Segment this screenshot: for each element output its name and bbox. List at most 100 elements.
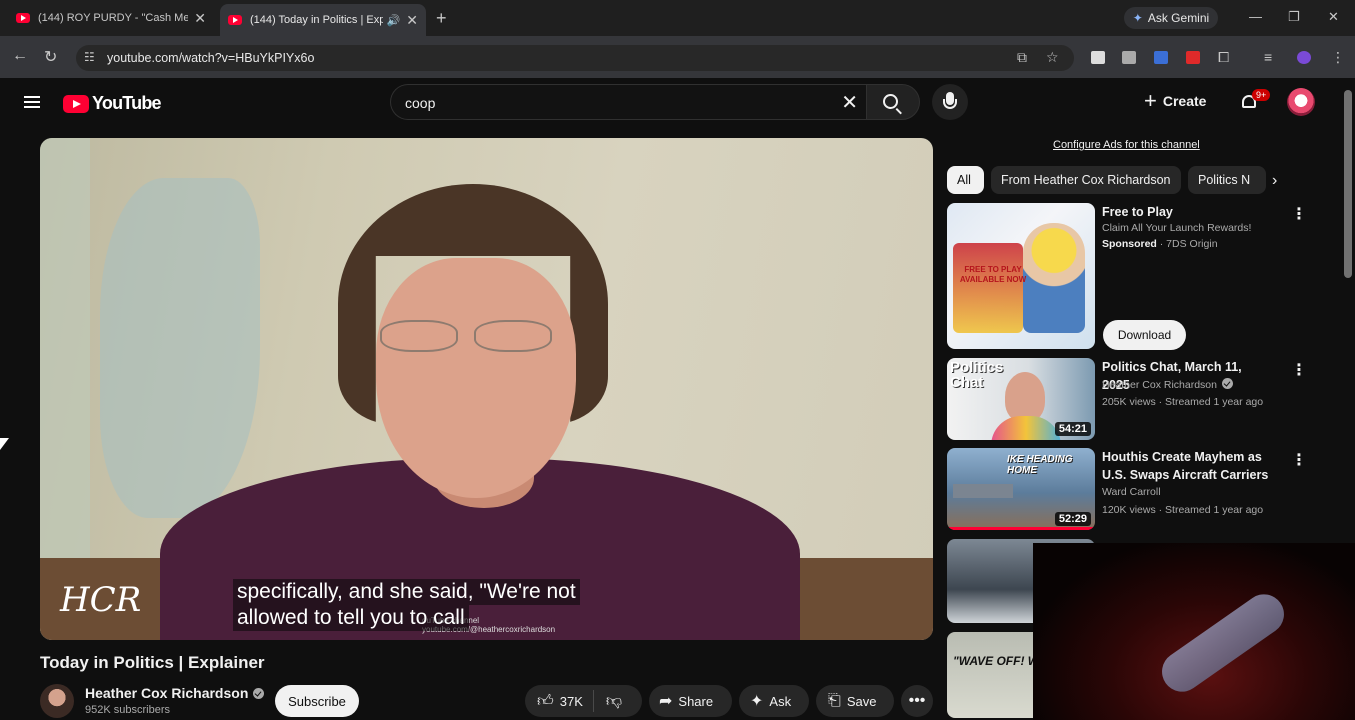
plus-icon: + bbox=[1144, 88, 1157, 113]
share-arrow-icon: ➦ bbox=[659, 693, 673, 710]
chevron-right-icon[interactable]: › bbox=[1272, 172, 1277, 190]
like-dislike-group: 👍︎ 37K 👎︎ bbox=[525, 685, 642, 717]
video-thumbnail[interactable]: IKE HEADING HOME 52:29 bbox=[947, 448, 1095, 530]
extension-icon[interactable] bbox=[1091, 51, 1105, 64]
channel-name-link[interactable]: Heather Cox Richardson bbox=[85, 685, 265, 701]
thumb-shirt bbox=[991, 416, 1061, 440]
ad-subtitle: Claim All Your Launch Rewards! bbox=[1102, 222, 1252, 234]
extension-icon[interactable] bbox=[1186, 51, 1200, 64]
youtube-play-icon bbox=[63, 94, 89, 113]
notifications-button[interactable]: 9+ bbox=[1240, 89, 1271, 111]
mouse-cursor-icon bbox=[0, 438, 9, 450]
search-query: coop bbox=[405, 95, 436, 111]
share-button[interactable]: ➦ Share bbox=[649, 685, 732, 717]
dislike-button[interactable]: 👎︎ bbox=[594, 692, 634, 711]
browser-tab-bar: (144) ROY PURDY - "Cash Me O ✕ (144) Tod… bbox=[0, 0, 1355, 36]
ad-art bbox=[953, 243, 1023, 333]
speaker-icon[interactable]: 🔊 bbox=[387, 14, 401, 27]
thumb-person bbox=[1005, 372, 1045, 422]
youtube-favicon-icon bbox=[228, 15, 242, 25]
video-thumbnail[interactable]: Politics Chat 54:21 bbox=[947, 358, 1095, 440]
notification-badge: 9+ bbox=[1252, 89, 1271, 101]
bookmark-star-icon[interactable]: ☆ bbox=[1046, 49, 1059, 66]
channel-name: Heather Cox Richardson bbox=[85, 685, 249, 701]
ask-gemini-label: Ask Gemini bbox=[1147, 11, 1210, 25]
hcr-logo: HCR bbox=[60, 580, 142, 620]
youtube-wordmark: YouTube bbox=[92, 93, 162, 113]
caption-line-1: specifically, and she said, "We're not bbox=[233, 579, 580, 605]
chip-all[interactable]: All bbox=[947, 166, 984, 194]
ad-thumbnail[interactable]: FREE TO PLAY AVAILABLE NOW bbox=[947, 203, 1095, 349]
minimize-icon[interactable]: — bbox=[1249, 9, 1262, 24]
search-input[interactable]: coop ✕ bbox=[390, 84, 866, 120]
ad-more-icon[interactable]: ⋮ bbox=[1291, 204, 1307, 224]
create-button[interactable]: + Create bbox=[1144, 88, 1207, 113]
reload-icon[interactable]: ↻ bbox=[44, 47, 57, 67]
ad-sponsor-line: Sponsored · 7DS Origin bbox=[1102, 238, 1218, 250]
account-avatar[interactable] bbox=[1287, 88, 1315, 116]
url-text: youtube.com/watch?v=HBuYkPIYx6o bbox=[107, 51, 315, 65]
create-label: Create bbox=[1162, 93, 1207, 109]
close-tab-icon[interactable]: ✕ bbox=[406, 12, 418, 29]
webcam-subject bbox=[1154, 586, 1292, 700]
chip-from-channel[interactable]: From Heather Cox Richardson bbox=[991, 166, 1181, 194]
channel-label: Heather Cox Richardson bbox=[1102, 379, 1217, 391]
browser-menu-icon[interactable]: ⋮ bbox=[1331, 49, 1345, 66]
page-scrollbar[interactable] bbox=[1344, 90, 1352, 278]
site-info-icon[interactable]: ☷ bbox=[84, 50, 95, 64]
address-bar[interactable]: ☷ youtube.com/watch?v=HBuYkPIYx6o bbox=[76, 45, 1074, 71]
microphone-stand bbox=[943, 99, 957, 109]
youtube-logo[interactable]: YouTube bbox=[63, 93, 162, 114]
search-icon bbox=[883, 94, 898, 109]
subscribe-button[interactable]: Subscribe bbox=[275, 685, 359, 717]
ask-button[interactable]: ✦ Ask bbox=[739, 685, 809, 717]
browser-tab-today-in-politics[interactable]: (144) Today in Politics | Expl 🔊 ✕ bbox=[220, 4, 426, 36]
extension-icon[interactable] bbox=[1154, 51, 1168, 64]
duration-badge: 52:29 bbox=[1054, 512, 1091, 526]
close-tab-icon[interactable]: ✕ bbox=[194, 10, 206, 27]
browser-tab-roy-purdy[interactable]: (144) ROY PURDY - "Cash Me O ✕ bbox=[8, 4, 214, 32]
like-button[interactable]: 👍︎ 37K bbox=[525, 690, 594, 712]
thumbs-up-icon: 👍︎ bbox=[537, 692, 554, 710]
map-water bbox=[100, 178, 260, 518]
speaker-glasses bbox=[370, 320, 560, 356]
back-icon[interactable]: ← bbox=[12, 47, 28, 65]
ask-gemini-button[interactable]: ✦ Ask Gemini bbox=[1124, 7, 1218, 29]
verified-icon bbox=[253, 688, 265, 699]
thumb-text: IKE HEADING HOME bbox=[1007, 454, 1073, 476]
ad-title[interactable]: Free to Play bbox=[1102, 203, 1272, 221]
search-button[interactable] bbox=[866, 84, 920, 120]
video-item-more-icon[interactable]: ⋮ bbox=[1291, 360, 1307, 380]
save-button[interactable]: ⎗ Save bbox=[816, 685, 894, 717]
video-player[interactable]: HCR ouTube channel youtube.com/@heatherc… bbox=[40, 138, 933, 640]
sparkle-icon: ✦ bbox=[750, 693, 764, 710]
voice-search-button[interactable] bbox=[932, 84, 968, 120]
close-window-icon[interactable]: ✕ bbox=[1328, 9, 1339, 25]
thumb-carrier bbox=[953, 484, 1013, 498]
video-item-more-icon[interactable]: ⋮ bbox=[1291, 450, 1307, 470]
speaker-face bbox=[376, 258, 576, 498]
configure-ads-link[interactable]: Configure Ads for this channel bbox=[1053, 139, 1200, 151]
more-actions-button[interactable]: ••• bbox=[901, 685, 933, 717]
channel-avatar[interactable] bbox=[40, 684, 74, 718]
gemini-sparkle-icon: ✦ bbox=[1132, 11, 1143, 25]
sponsored-label: Sponsored bbox=[1102, 238, 1157, 250]
bookmark-icon: ⎗ bbox=[828, 692, 841, 709]
more-horizontal-icon: ••• bbox=[908, 692, 926, 709]
profile-icon[interactable] bbox=[1297, 51, 1311, 64]
maximize-icon[interactable]: ❐ bbox=[1288, 9, 1300, 25]
thumbs-down-icon: 👎︎ bbox=[605, 692, 623, 710]
chip-politics[interactable]: Politics N bbox=[1188, 166, 1266, 194]
install-app-icon[interactable]: ⧉ bbox=[1017, 49, 1027, 66]
youtube-favicon-icon bbox=[16, 13, 30, 23]
extensions-puzzle-icon[interactable]: ⧠ bbox=[1218, 49, 1229, 66]
tab-title: (144) Today in Politics | Expl bbox=[250, 14, 383, 26]
video-item-channel: Ward Carroll bbox=[1102, 486, 1161, 498]
download-button[interactable]: Download bbox=[1103, 320, 1186, 350]
reading-list-icon[interactable]: ≡ bbox=[1264, 49, 1272, 65]
extension-icon[interactable] bbox=[1122, 51, 1136, 64]
new-tab-icon[interactable]: + bbox=[436, 8, 447, 29]
guide-menu-icon[interactable] bbox=[24, 96, 40, 108]
video-item-title[interactable]: Houthis Create Mayhem as U.S. Swaps Airc… bbox=[1102, 448, 1272, 484]
clear-search-icon[interactable]: ✕ bbox=[841, 90, 858, 115]
